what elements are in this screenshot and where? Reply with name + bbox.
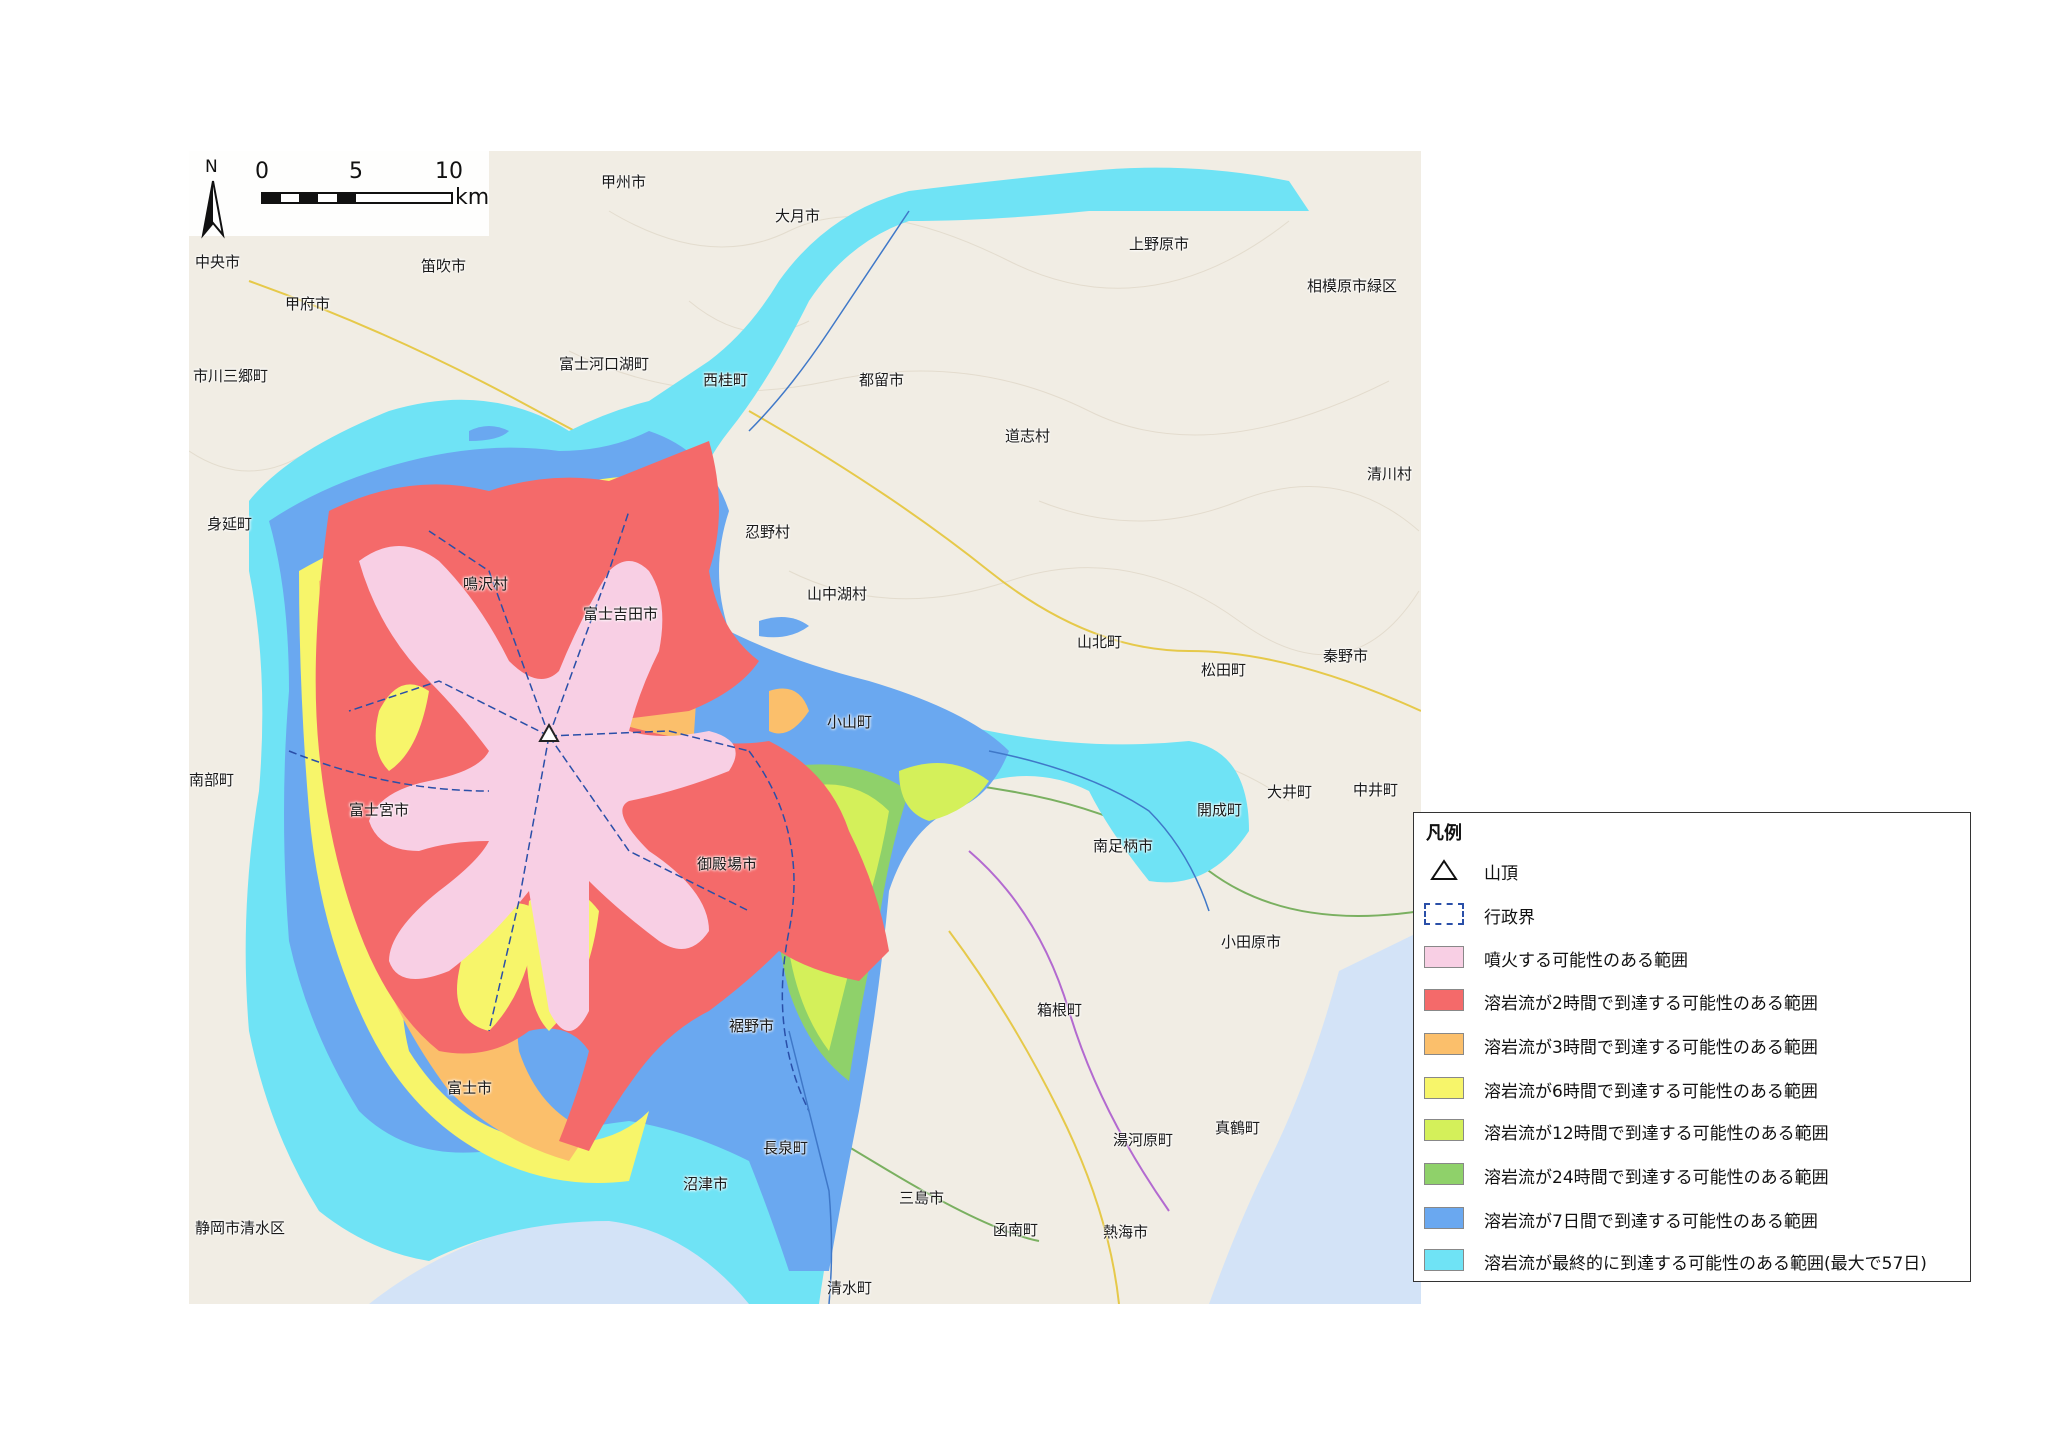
place-label: 甲府市 xyxy=(285,295,331,313)
place-label: 御殿場市 xyxy=(697,855,758,873)
north-label: N xyxy=(205,157,218,177)
summit-triangle-icon xyxy=(1430,859,1458,880)
place-label: 山北町 xyxy=(1077,633,1123,651)
legend-item-boundary: 行政界 xyxy=(1424,899,1964,929)
place-label: 上野原市 xyxy=(1129,235,1190,253)
north-arrow-icon xyxy=(201,180,225,239)
place-label: 忍野村 xyxy=(745,523,791,541)
color-swatch xyxy=(1424,1033,1464,1055)
place-label: 長泉町 xyxy=(763,1139,809,1157)
legend-label: 溶岩流が最終的に到達する可能性のある範囲(最大で57日) xyxy=(1484,1254,1927,1274)
place-label: 富士宮市 xyxy=(349,801,410,819)
color-swatch xyxy=(1424,1077,1464,1099)
place-label: 道志村 xyxy=(1005,427,1051,445)
place-label: 甲州市 xyxy=(601,173,647,191)
place-label: 大月市 xyxy=(775,207,821,225)
place-label: 秦野市 xyxy=(1323,647,1369,665)
color-swatch xyxy=(1424,1119,1464,1141)
place-label: 笛吹市 xyxy=(421,257,467,275)
scale-tick-5: 5 xyxy=(349,159,363,184)
place-label: 湯河原町 xyxy=(1113,1131,1174,1149)
place-label: 西桂町 xyxy=(703,371,749,389)
legend-label: 溶岩流が24時間で到達する可能性のある範囲 xyxy=(1484,1168,1829,1188)
legend-label: 山頂 xyxy=(1484,864,1518,884)
scale-tick-0: 0 xyxy=(255,159,269,184)
place-label: 富士河口湖町 xyxy=(559,355,650,373)
legend-label: 溶岩流が12時間で到達する可能性のある範囲 xyxy=(1484,1124,1829,1144)
scale-tick-10: 10 xyxy=(435,159,463,184)
place-label: 真鶴町 xyxy=(1215,1119,1261,1137)
place-label: 小山町 xyxy=(827,713,873,731)
legend-item-6h: 溶岩流が6時間で到達する可能性のある範囲 xyxy=(1424,1073,1964,1103)
legend-label: 溶岩流が7日間で到達する可能性のある範囲 xyxy=(1484,1212,1818,1232)
place-label: 富士市 xyxy=(447,1079,493,1097)
legend-item-final: 溶岩流が最終的に到達する可能性のある範囲(最大で57日) xyxy=(1424,1245,1964,1275)
legend-title: 凡例 xyxy=(1426,823,1462,844)
place-label: 相模原市緑区 xyxy=(1307,277,1398,295)
color-swatch xyxy=(1424,1163,1464,1185)
color-swatch xyxy=(1424,946,1464,968)
legend-item-24h: 溶岩流が24時間で到達する可能性のある範囲 xyxy=(1424,1159,1964,1189)
place-label: 静岡市清水区 xyxy=(195,1219,286,1237)
place-label: 中井町 xyxy=(1353,781,1399,799)
place-label: 富士吉田市 xyxy=(583,605,659,623)
legend-label: 溶岩流が2時間で到達する可能性のある範囲 xyxy=(1484,994,1818,1014)
place-label: 市川三郷町 xyxy=(193,367,269,385)
legend-label: 行政界 xyxy=(1484,908,1535,928)
place-label: 清川村 xyxy=(1367,465,1413,483)
place-label: 南部町 xyxy=(189,771,235,789)
legend-item-3h: 溶岩流が3時間で到達する可能性のある範囲 xyxy=(1424,1029,1964,1059)
place-label: 大井町 xyxy=(1267,783,1313,801)
place-label: 函南町 xyxy=(993,1221,1039,1239)
legend-item-12h: 溶岩流が12時間で到達する可能性のある範囲 xyxy=(1424,1115,1964,1145)
place-label: 鳴沢村 xyxy=(463,575,509,593)
legend-label: 溶岩流が3時間で到達する可能性のある範囲 xyxy=(1484,1038,1818,1058)
place-label: 開成町 xyxy=(1197,801,1243,819)
place-label: 箱根町 xyxy=(1037,1001,1083,1019)
legend-label: 噴火する可能性のある範囲 xyxy=(1484,951,1688,971)
scale-bar-graphic xyxy=(261,192,453,204)
place-label: 松田町 xyxy=(1201,661,1247,679)
legend-panel: 凡例 山頂 行政界 噴火する可能性のある範囲 溶岩流が2時間で到達する可能性のあ… xyxy=(1413,812,1971,1282)
place-label: 中央市 xyxy=(195,253,241,271)
color-swatch xyxy=(1424,989,1464,1011)
place-label: 裾野市 xyxy=(729,1017,775,1035)
legend-item-2h: 溶岩流が2時間で到達する可能性のある範囲 xyxy=(1424,985,1964,1015)
place-label: 山中湖村 xyxy=(807,585,868,603)
place-label: 身延町 xyxy=(207,515,253,533)
place-label: 熱海市 xyxy=(1103,1223,1149,1241)
place-label: 三島市 xyxy=(899,1189,945,1207)
legend-item-eruption: 噴火する可能性のある範囲 xyxy=(1424,942,1964,972)
place-label: 清水町 xyxy=(827,1279,873,1297)
color-swatch xyxy=(1424,1207,1464,1229)
place-label: 南足柄市 xyxy=(1093,837,1154,855)
legend-item-7d: 溶岩流が7日間で到達する可能性のある範囲 xyxy=(1424,1203,1964,1233)
hazard-map: N 0 5 10 km 甲州市 大月市 上野原市 相模原市緑区 中央市 笛吹市 … xyxy=(189,151,1421,1304)
color-swatch xyxy=(1424,1249,1464,1271)
place-label: 都留市 xyxy=(859,371,905,389)
boundary-swatch xyxy=(1424,903,1464,925)
scale-unit: km xyxy=(455,185,490,210)
place-label: 小田原市 xyxy=(1221,933,1282,951)
scale-bar: N 0 5 10 km xyxy=(189,151,490,239)
place-label: 沼津市 xyxy=(683,1175,729,1193)
legend-item-summit: 山頂 xyxy=(1424,855,1964,885)
legend-label: 溶岩流が6時間で到達する可能性のある範囲 xyxy=(1484,1082,1818,1102)
